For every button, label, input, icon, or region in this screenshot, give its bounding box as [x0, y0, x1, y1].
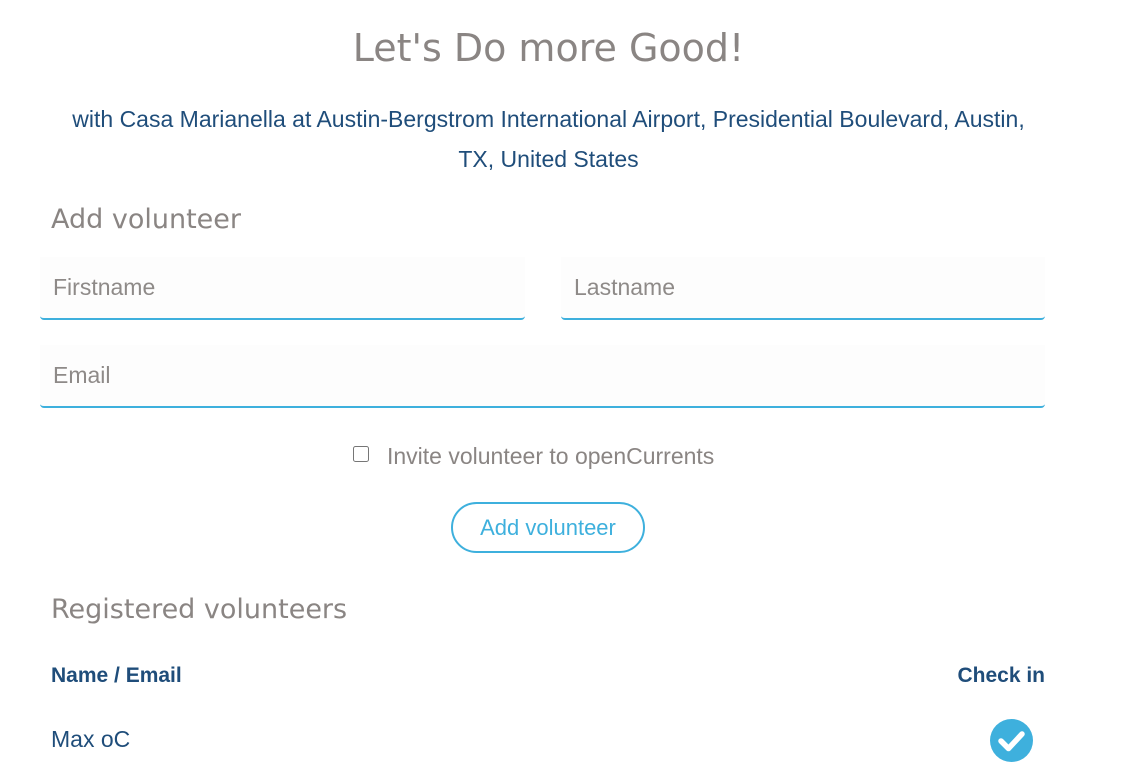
invite-option: Invite volunteer to openCurrents [353, 440, 714, 472]
invite-checkbox[interactable] [353, 446, 369, 462]
page-title: Let's Do more Good! [352, 26, 745, 70]
add-volunteer-heading: Add volunteer [51, 204, 241, 235]
add-volunteer-button[interactable]: Add volunteer [451, 502, 645, 553]
lastname-input[interactable] [561, 257, 1045, 320]
volunteer-name: Max oC [51, 726, 131, 752]
firstname-input[interactable] [40, 257, 525, 320]
invite-label: Invite volunteer to openCurrents [387, 442, 715, 469]
email-input[interactable] [40, 345, 1045, 408]
event-subtitle: with Casa Marianella at Austin-Bergstrom… [72, 106, 1025, 172]
check-in-icon[interactable] [990, 719, 1033, 762]
column-header-check-in: Check in [957, 664, 1045, 687]
column-header-name-email: Name / Email [51, 664, 182, 687]
registered-volunteers-heading: Registered volunteers [51, 594, 348, 625]
